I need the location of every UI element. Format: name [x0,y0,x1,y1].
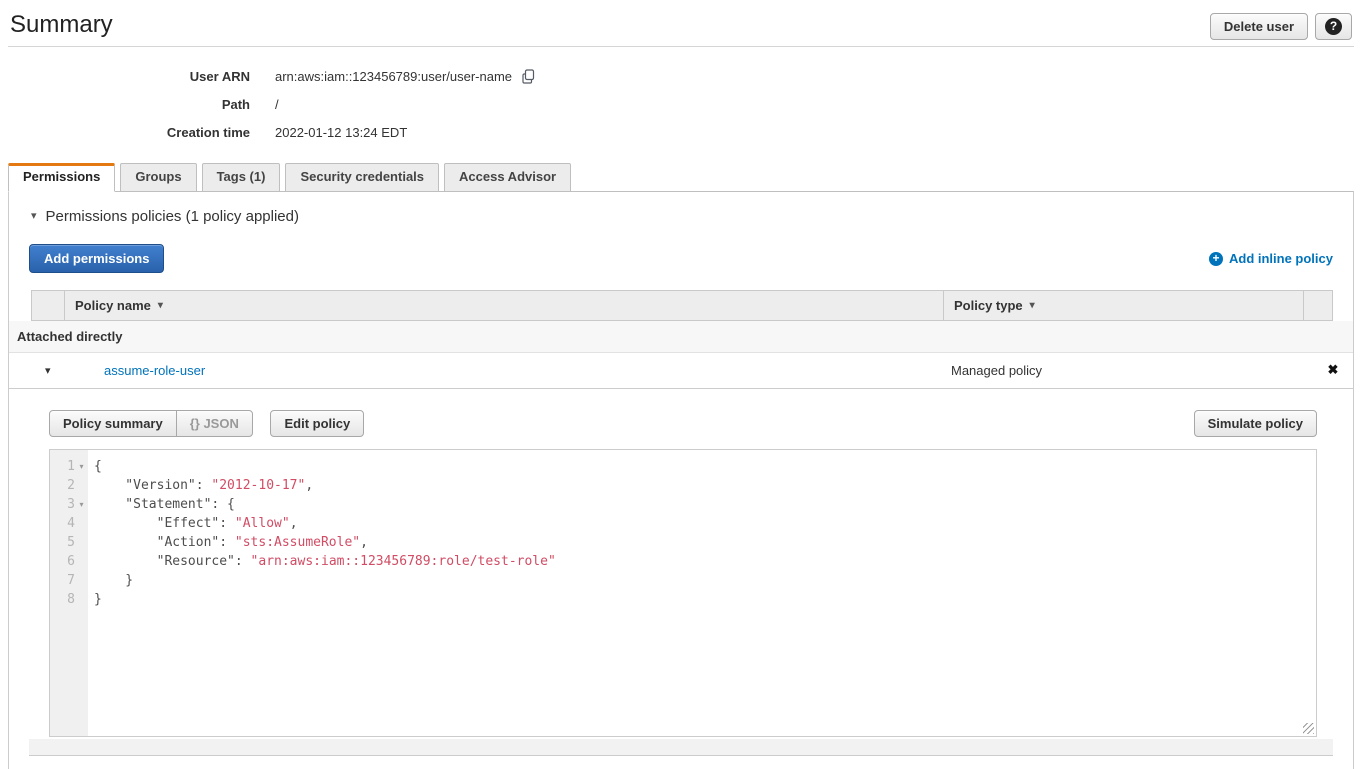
editor-gutter-line: 7 [50,571,88,590]
policy-view-segmented-control: Policy summary {} JSON [49,410,253,437]
creation-time-value: 2022-01-12 13:24 EDT [275,125,407,140]
policy-name-header-label: Policy name [75,298,151,313]
fold-caret-icon[interactable]: ▾ [75,500,88,509]
line-number: 8 [67,592,75,607]
user-arn-label: User ARN [0,69,250,84]
delete-user-button[interactable]: Delete user [1210,13,1308,40]
line-number: 5 [67,535,75,550]
policy-name-column-header[interactable]: Policy name ▾ [64,291,943,320]
editor-code-line: { [94,457,1316,476]
line-number: 3 [67,497,75,512]
policy-name-link[interactable]: assume-role-user [104,363,943,378]
editor-code-line: "Resource": "arn:aws:iam::123456789:role… [94,552,1316,571]
top-bar-actions: Delete user ? [1210,13,1352,40]
editor-code-line: } [94,590,1316,609]
policy-row: ▾ assume-role-user Managed policy ✖ [9,353,1353,389]
plus-circle-icon: + [1209,252,1223,266]
header-divider [8,46,1354,47]
editor-gutter-line: 6 [50,552,88,571]
permissions-policies-section-header[interactable]: ▾ Permissions policies (1 policy applied… [31,208,1353,225]
policy-json-editor[interactable]: 1▾23▾45678 { "Version": "2012-10-17", "S… [49,449,1317,737]
json-view-button[interactable]: {} JSON [176,410,253,437]
policy-table: Policy name ▾ Policy type ▾ Attached dir… [9,290,1353,756]
tab-bar: PermissionsGroupsTags (1)Security creden… [0,163,1362,192]
line-number: 6 [67,554,75,569]
help-button[interactable]: ? [1315,13,1352,40]
user-summary: User ARN arn:aws:iam::123456789:user/use… [0,62,1362,146]
policy-view-buttons-row: Policy summary {} JSON Edit policy Simul… [49,410,1317,437]
line-number: 1 [67,459,75,474]
add-permissions-button[interactable]: Add permissions [29,244,164,273]
creation-time-label: Creation time [0,125,250,140]
policy-detail-expanded: Policy summary {} JSON Edit policy Simul… [29,410,1333,756]
fold-caret-icon[interactable]: ▾ [75,462,88,471]
user-arn-value: arn:aws:iam::123456789:user/user-name [275,69,512,84]
permissions-tab-panel: ▾ Permissions policies (1 policy applied… [8,191,1354,769]
path-label: Path [0,97,250,112]
tab-groups[interactable]: Groups [120,163,196,192]
add-inline-policy-link[interactable]: + Add inline policy [1209,251,1333,266]
field-row-path: Path / [0,90,1362,118]
copy-icon[interactable] [521,69,536,84]
editor-gutter-line: 2 [50,476,88,495]
line-number: 4 [67,516,75,531]
line-number: 7 [67,573,75,588]
field-row-creation-time: Creation time 2022-01-12 13:24 EDT [0,118,1362,146]
editor-code-line: "Action": "sts:AssumeRole", [94,533,1316,552]
policy-type-value: Managed policy [943,363,1313,378]
detach-policy-icon[interactable]: ✖ [1313,362,1353,378]
policy-type-header-label: Policy type [954,298,1023,313]
top-bar: Summary Delete user ? [0,0,1362,46]
tab-access-advisor[interactable]: Access Advisor [444,163,571,192]
simulate-policy-button[interactable]: Simulate policy [1194,410,1317,437]
policy-table-header: Policy name ▾ Policy type ▾ [31,290,1333,321]
editor-code-line: "Effect": "Allow", [94,514,1316,533]
tab-permissions[interactable]: Permissions [8,163,115,192]
expanded-row-footer [29,739,1333,755]
policy-summary-button[interactable]: Policy summary [49,410,177,437]
actions-column-header [1303,291,1332,320]
editor-gutter-line: 4 [50,514,88,533]
page-title: Summary [10,10,113,40]
expand-caret-icon[interactable]: ▾ [45,364,59,377]
expand-column-header [32,291,64,320]
editor-gutter: 1▾23▾45678 [50,450,88,736]
group-row-attached-directly: Attached directly [9,321,1353,353]
editor-gutter-line: 8 [50,590,88,609]
policy-actions-row: Add permissions + Add inline policy [29,244,1333,273]
tab-security-credentials[interactable]: Security credentials [285,163,439,192]
editor-code-line: } [94,571,1316,590]
tab-tags-1[interactable]: Tags (1) [202,163,281,192]
sort-caret-icon: ▾ [1030,300,1035,311]
sort-caret-icon: ▾ [158,300,163,311]
editor-resize-handle[interactable] [1303,723,1314,734]
edit-policy-button[interactable]: Edit policy [270,410,364,437]
permissions-policies-heading: Permissions policies (1 policy applied) [46,208,299,225]
line-number: 2 [67,478,75,493]
editor-gutter-line: 1▾ [50,457,88,476]
editor-code-line: "Statement": { [94,495,1316,514]
path-value: / [275,97,279,112]
policy-type-column-header[interactable]: Policy type ▾ [943,291,1303,320]
editor-gutter-line: 3▾ [50,495,88,514]
collapse-caret-icon[interactable]: ▾ [31,211,37,222]
editor-code-area: { "Version": "2012-10-17", "Statement": … [88,450,1316,736]
help-icon: ? [1325,18,1342,35]
add-inline-policy-label: Add inline policy [1229,251,1333,266]
editor-code-line: "Version": "2012-10-17", [94,476,1316,495]
field-row-user-arn: User ARN arn:aws:iam::123456789:user/use… [0,62,1362,90]
editor-gutter-line: 5 [50,533,88,552]
